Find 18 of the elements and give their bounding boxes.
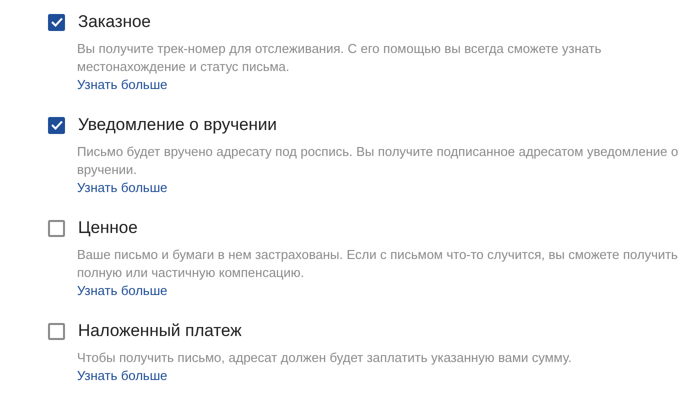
option-description: Вы получите трек-номер для отслеживания. С его помощью вы всегда сможете узнать местонахождение и статус письма. — [77, 40, 602, 76]
option-description: Ваше письмо и бумаги в нем застрахованы. Если с письмом что-то случится, вы сможете получить полную или частичную компенсацию. — [77, 246, 679, 282]
option-label: Ценное — [78, 217, 138, 240]
checkmark-icon — [50, 120, 62, 130]
option-label: Наложенный платеж — [78, 320, 242, 342]
learn-more-link[interactable]: Узнать больше — [77, 367, 168, 384]
learn-more-link[interactable]: Узнать больше — [77, 179, 168, 196]
option-label: Уведомление о вручении — [78, 114, 277, 136]
checkbox[interactable] — [48, 116, 65, 134]
checkmark-icon — [50, 17, 62, 27]
checkbox[interactable] — [48, 14, 65, 30]
checkbox[interactable] — [48, 322, 65, 340]
option-label: Заказное — [78, 11, 151, 34]
option-description: Чтобы получить письмо, адресат должен будет заплатить указанную вами сумму. — [77, 349, 572, 367]
option-description: Письмо будет вручено адресату под роспись. Вы получите подписанное адресатом уведомление о вручении. — [77, 143, 680, 179]
learn-more-link[interactable]: Узнать больше — [77, 76, 168, 93]
learn-more-link[interactable]: Узнать больше — [77, 282, 168, 299]
checkbox[interactable] — [48, 220, 65, 236]
